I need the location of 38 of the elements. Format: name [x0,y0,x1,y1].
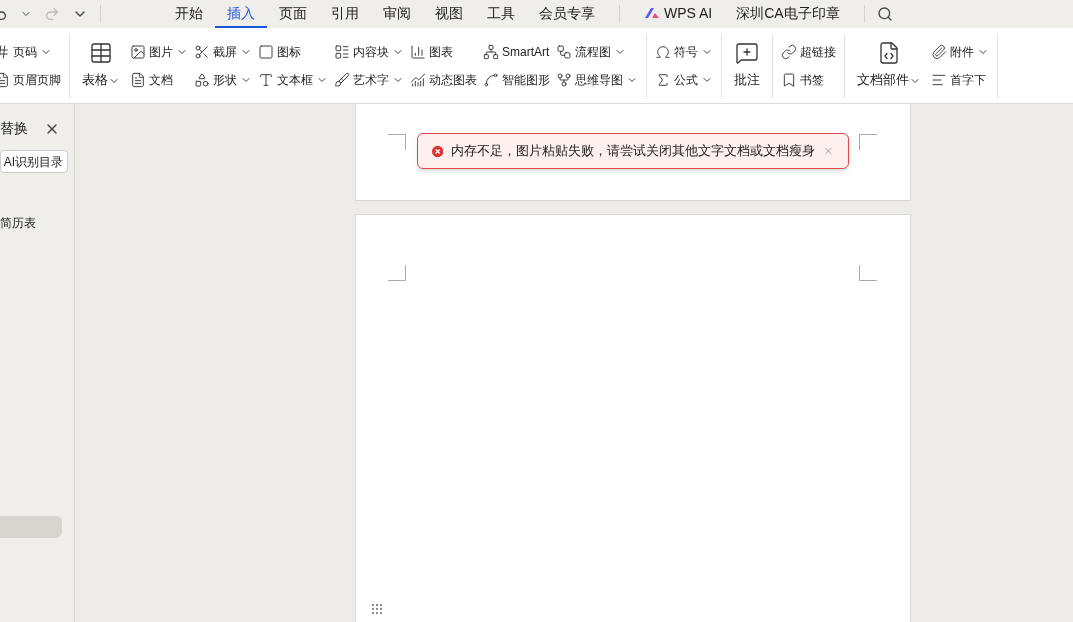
ribbon-button[interactable]: 批注 [730,41,764,90]
ribbon-button[interactable]: 文档 [130,70,188,89]
ribbon-button[interactable]: 文档部件 [853,41,925,90]
ribbon-tab[interactable]: WPS AI [632,0,725,28]
ribbon-button[interactable]: 表格 [78,41,124,90]
ribbon-button[interactable]: 图标 [258,42,328,61]
ribbon-button[interactable]: 首字下 [931,70,989,89]
ribbon-button[interactable]: 艺术字 [334,70,404,89]
ribbon-button[interactable]: 页眉页脚 [0,70,61,89]
ribbon-button[interactable]: 截屏 [194,42,252,61]
ribbon-button[interactable]: 图片 [130,42,188,61]
ribbon-tab[interactable]: 引用 [319,0,371,28]
panel-title: 替换 [0,119,28,138]
ribbon-button[interactable]: SmartArt [483,42,550,61]
ai-toc-button[interactable]: AI识别目录 [0,150,68,173]
ribbon-button[interactable]: 内容块 [334,42,404,61]
ribbon-button[interactable]: 思维导图 [556,70,638,89]
ribbon-tab[interactable]: 工具 [475,0,527,28]
ribbon-button[interactable]: 公式 [655,70,713,89]
ribbon-button[interactable]: 书签 [781,70,836,89]
ribbon-button[interactable]: 动态图表 [410,70,477,89]
ribbon-button[interactable]: 文本框 [258,70,328,89]
ribbon-button[interactable]: 图表 [410,42,477,61]
ribbon-button[interactable]: 形状 [194,70,252,89]
ribbon-tab[interactable]: 开始 [163,0,215,28]
ribbon-tab[interactable]: 视图 [423,0,475,28]
ribbon-button[interactable]: 流程图 [556,42,638,61]
panel-item: 简历表 [0,215,37,232]
ribbon-tab[interactable]: 会员专享 [527,0,607,28]
ribbon-button[interactable]: 智能图形 [483,70,550,89]
ribbon-tab[interactable]: 深圳CA电子印章 [724,0,852,28]
ribbon-tab[interactable]: 页面 [267,0,319,28]
ribbon-button[interactable]: 页码 [0,42,61,61]
toast-message: 内存不足，图片粘贴失败，请尝试关闭其他文字文档或文档瘦身 [451,142,816,160]
ribbon-tab[interactable]: 审阅 [371,0,423,28]
ribbon-button[interactable]: 符号 [655,42,713,61]
ribbon-button[interactable]: 附件 [931,42,989,61]
ribbon-button[interactable]: 超链接 [781,42,836,61]
